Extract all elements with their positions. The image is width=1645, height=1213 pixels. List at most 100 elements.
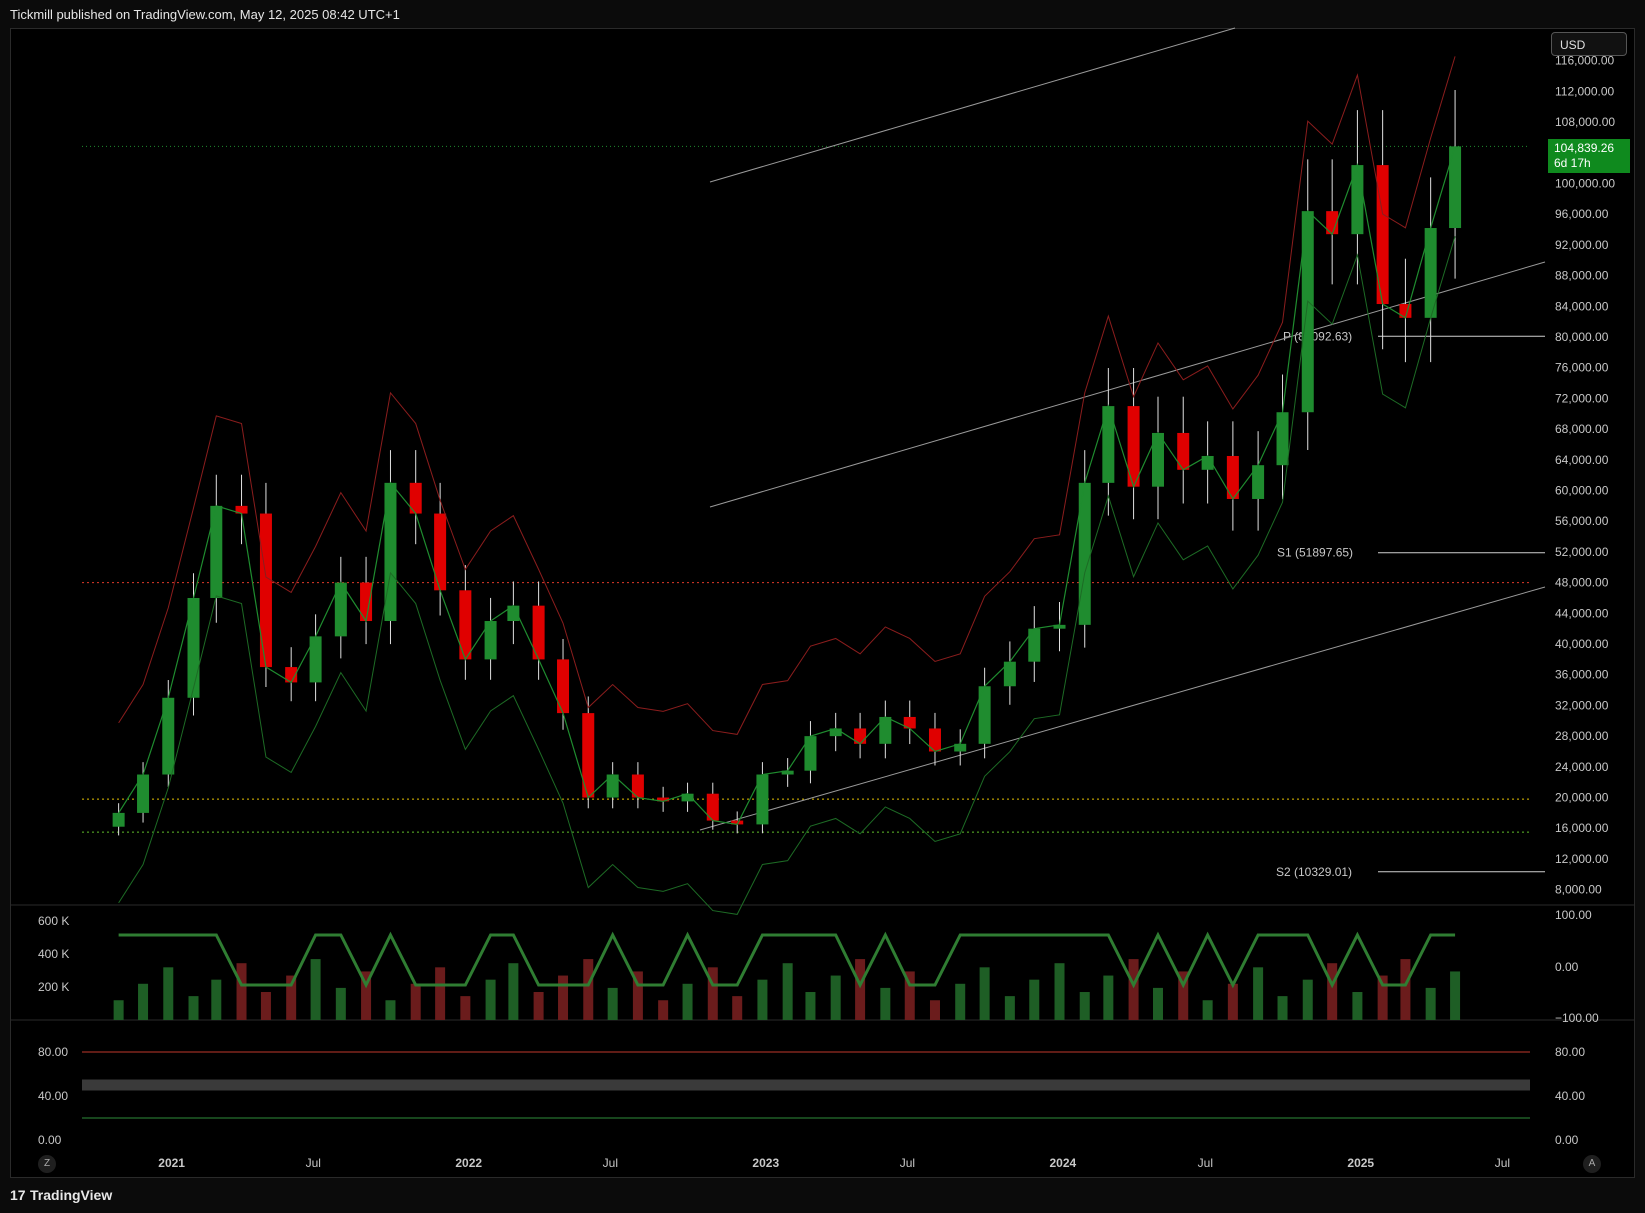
- volume-bar: [658, 1000, 669, 1020]
- volume-bar: [385, 1000, 396, 1020]
- lower-band-line: [118, 236, 1456, 915]
- volume-bar: [1352, 992, 1363, 1020]
- time-tick-label: Jul: [900, 1156, 915, 1170]
- volume-bar: [1450, 971, 1461, 1020]
- price-tick-label: 28,000.00: [1555, 729, 1609, 743]
- price-tick-label: 80,000.00: [1555, 330, 1609, 344]
- price-tick-label: 24,000.00: [1555, 760, 1609, 774]
- volume-tick-label: 400 K: [38, 947, 69, 961]
- last-price-value: 104,839.26: [1554, 141, 1615, 155]
- oscillator-tick-label: 100.00: [1555, 908, 1592, 922]
- time-tick-label: Jul: [603, 1156, 618, 1170]
- price-tick-label: 76,000.00: [1555, 361, 1609, 375]
- volume-bar: [188, 996, 199, 1020]
- bar-countdown: 6d 17h: [1554, 156, 1591, 170]
- price-tick-label: 32,000.00: [1555, 698, 1609, 712]
- candle-body: [804, 736, 817, 771]
- stoch-mid-zone: [82, 1079, 1530, 1091]
- volume-bar: [682, 983, 693, 1020]
- zoom-button[interactable]: Z: [38, 1155, 56, 1173]
- volume-bar: [138, 983, 149, 1020]
- price-tick-label: 84,000.00: [1555, 299, 1609, 313]
- price-tick-label: 100,000.00: [1555, 177, 1615, 191]
- volume-bar: [979, 967, 990, 1020]
- stoch-tick-label-left: 40.00: [38, 1089, 68, 1103]
- pivot-label-s1: S1 (51897.65): [1277, 546, 1353, 560]
- volume-bar: [410, 983, 421, 1020]
- volume-bar: [1004, 996, 1015, 1020]
- time-axis: 2021 Jul 2022 Jul 2023 Jul 2024 Jul 2025 Jul: [158, 1156, 1510, 1170]
- upper-band-line: [118, 56, 1456, 735]
- price-tick-label: 88,000.00: [1555, 269, 1609, 283]
- volume-tick-label: 200 K: [38, 980, 69, 994]
- volume-bar: [1400, 959, 1411, 1020]
- price-tick-label: 108,000.00: [1555, 115, 1615, 129]
- bottom-bar: 17 TradingView: [0, 1178, 1645, 1213]
- volume-tick-label: 600 K: [38, 914, 69, 928]
- stoch-tick-label-right: 0.00: [1555, 1133, 1579, 1147]
- currency-button[interactable]: USD: [1551, 32, 1627, 56]
- time-tick-label: 2024: [1050, 1156, 1077, 1170]
- volume-bar: [310, 959, 321, 1020]
- oscillator-tick-label: −100.00: [1555, 1011, 1599, 1025]
- price-tick-label: 96,000.00: [1555, 207, 1609, 221]
- middle-trend-line: [709, 261, 1546, 508]
- volume-bar: [607, 987, 618, 1020]
- volume-bar: [1277, 996, 1288, 1020]
- tradingview-logo-icon: 17: [10, 1187, 26, 1203]
- volume-bar: [1128, 959, 1139, 1020]
- volume-bar: [732, 996, 743, 1020]
- stoch-tick-label-right: 40.00: [1555, 1089, 1585, 1103]
- price-tick-label: 68,000.00: [1555, 422, 1609, 436]
- volume-bar: [1152, 987, 1163, 1020]
- upper-trend-line: [709, 27, 1236, 183]
- volume-bar: [757, 979, 768, 1020]
- price-tick-label: 112,000.00: [1555, 84, 1614, 98]
- volume-bar: [1327, 963, 1338, 1020]
- volume-bar: [260, 992, 271, 1020]
- chart-svg[interactable]: P (80092.63)S1 (51897.65)S2 (10329.01) 1…: [0, 0, 1645, 1213]
- main-pane: P (80092.63)S1 (51897.65)S2 (10329.01): [10, 27, 1635, 1021]
- price-tick-label: 8,000.00: [1555, 883, 1602, 897]
- time-tick-label: 2021: [158, 1156, 185, 1170]
- price-tick-label: 56,000.00: [1555, 514, 1609, 528]
- volume-bar: [1227, 983, 1238, 1020]
- volume-bar: [1302, 979, 1313, 1020]
- candle-body: [112, 812, 125, 827]
- volume-bar: [1425, 987, 1436, 1020]
- volume-bar: [929, 1000, 940, 1020]
- price-tick-label: 52,000.00: [1555, 545, 1609, 559]
- auto-scale-button[interactable]: A: [1583, 1155, 1601, 1173]
- stoch-tick-label-left: 0.00: [38, 1133, 62, 1147]
- volume-bar: [435, 967, 446, 1020]
- price-tick-label: 40,000.00: [1555, 637, 1609, 651]
- price-tick-label: 16,000.00: [1555, 821, 1609, 835]
- stoch-tick-label-right: 80.00: [1555, 1045, 1585, 1059]
- volume-bar: [855, 959, 866, 1020]
- volume-pane: 600 K 400 K 200 K 100.00 0.00 −100.00: [38, 908, 1599, 1025]
- candle-body: [210, 505, 223, 598]
- volume-bar: [163, 967, 174, 1020]
- volume-bar: [508, 963, 519, 1020]
- volume-bar: [1054, 963, 1065, 1020]
- price-tick-label: 64,000.00: [1555, 453, 1609, 467]
- stochastic-pane: 80.00 80.00 40.00 40.00 0.00 0.00: [38, 1045, 1585, 1147]
- price-tick-label: 72,000.00: [1555, 391, 1609, 405]
- brand-label: TradingView: [30, 1187, 113, 1203]
- volume-bar: [805, 992, 816, 1020]
- volume-bar: [533, 992, 544, 1020]
- last-price-badge: 104,839.26 6d 17h: [1548, 139, 1630, 173]
- volume-bar: [558, 975, 569, 1020]
- volume-bar: [1202, 1000, 1213, 1020]
- time-tick-label: Jul: [1495, 1156, 1510, 1170]
- volume-bar: [1253, 967, 1264, 1020]
- price-tick-label: 20,000.00: [1555, 791, 1609, 805]
- volume-bar: [782, 963, 793, 1020]
- volume-bar: [113, 1000, 124, 1020]
- time-tick-label: Jul: [306, 1156, 321, 1170]
- price-tick-label: 44,000.00: [1555, 606, 1609, 620]
- price-tick-label: 92,000.00: [1555, 238, 1609, 252]
- price-tick-label: 48,000.00: [1555, 576, 1609, 590]
- tradingview-brand[interactable]: 17 TradingView: [10, 1187, 112, 1203]
- oscillator-tick-label: 0.00: [1555, 960, 1579, 974]
